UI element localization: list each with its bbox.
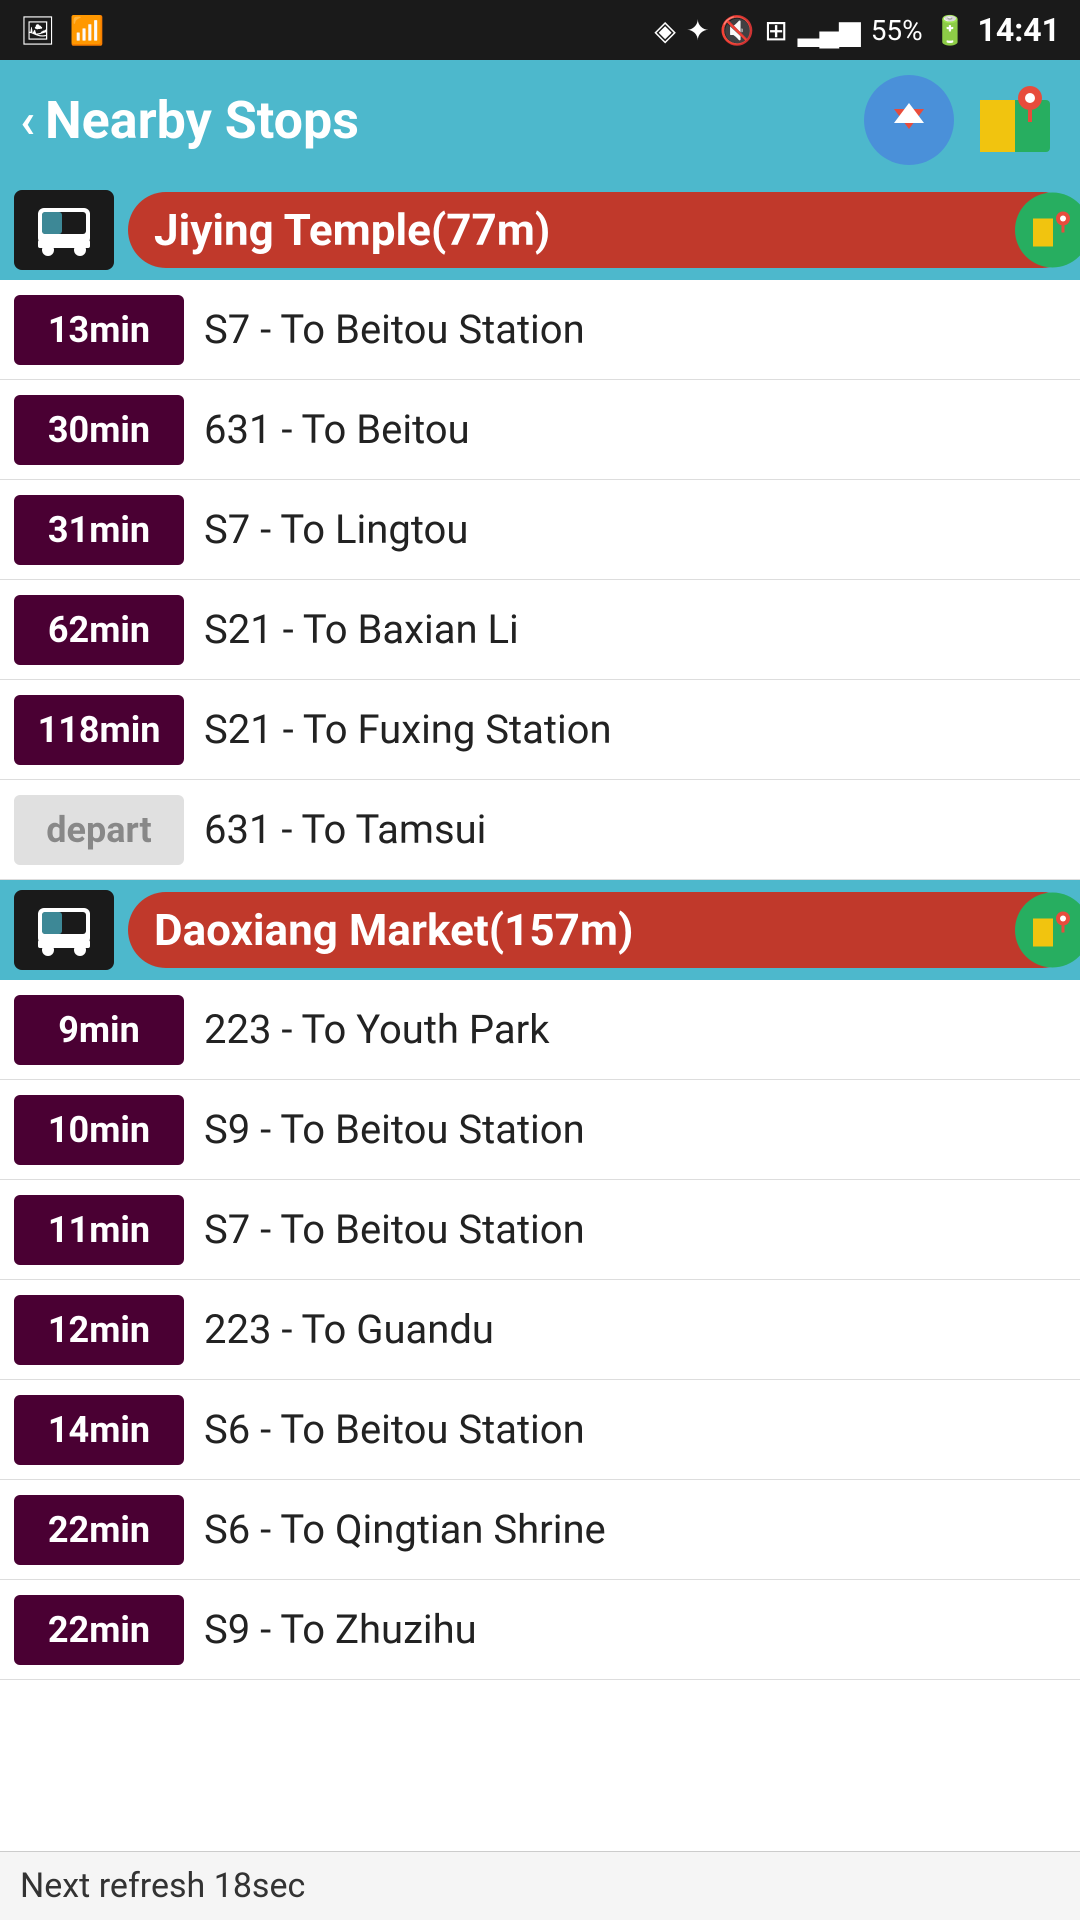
page-title: Nearby Stops xyxy=(45,90,359,151)
bus-icon-2 xyxy=(14,890,114,970)
route-row[interactable]: 22min S9 - To Zhuzihu xyxy=(0,1580,1080,1680)
status-right-icons: ◈ ✦ 🔇 ⊞ ▂▄▆ 55% 🔋 14:41 xyxy=(654,11,1060,49)
bus-svg-2 xyxy=(32,898,96,962)
route-row[interactable]: 11min S7 - To Beitou Station xyxy=(0,1180,1080,1280)
time-badge: 30min xyxy=(14,395,184,465)
route-row[interactable]: 12min 223 - To Guandu xyxy=(0,1280,1080,1380)
route-row[interactable]: 14min S6 - To Beitou Station xyxy=(0,1380,1080,1480)
bluetooth-icon: ✦ xyxy=(686,14,709,47)
route-row[interactable]: 62min S21 - To Baxian Li xyxy=(0,580,1080,680)
route-row[interactable]: 13min S7 - To Beitou Station xyxy=(0,280,1080,380)
time-badge: 118min xyxy=(14,695,184,765)
routes-daoxiang: 9min 223 - To Youth Park 10min S9 - To B… xyxy=(0,980,1080,1680)
route-label: S6 - To Qingtian Shrine xyxy=(204,1506,1080,1553)
route-row[interactable]: 10min S9 - To Beitou Station xyxy=(0,1080,1080,1180)
signal-icon: ▂▄▆ xyxy=(798,14,861,47)
sort-icon xyxy=(880,91,938,149)
time-badge: 22min xyxy=(14,1595,184,1665)
route-label: 223 - To Guandu xyxy=(204,1306,1080,1353)
route-label: 223 - To Youth Park xyxy=(204,1006,1080,1053)
time-badge: 13min xyxy=(14,295,184,365)
route-row[interactable]: 30min 631 - To Beitou xyxy=(0,380,1080,480)
route-row[interactable]: 9min 223 - To Youth Park xyxy=(0,980,1080,1080)
route-label: S21 - To Baxian Li xyxy=(204,606,1080,653)
time-badge: 11min xyxy=(14,1195,184,1265)
route-label: S7 - To Beitou Station xyxy=(204,1206,1080,1253)
route-row[interactable]: 31min S7 - To Lingtou xyxy=(0,480,1080,580)
time-badge: 22min xyxy=(14,1495,184,1565)
refresh-text: Next refresh 18sec xyxy=(20,1866,305,1906)
route-label: 631 - To Tamsui xyxy=(204,806,1080,853)
time-badge-depart: depart xyxy=(14,795,184,865)
bus-svg xyxy=(32,198,96,262)
route-label: S6 - To Beitou Station xyxy=(204,1406,1080,1453)
routes-jiying: 13min S7 - To Beitou Station 30min 631 -… xyxy=(0,280,1080,880)
map-button[interactable] xyxy=(970,75,1060,165)
photo-icon: 🖼 xyxy=(20,14,56,47)
back-button[interactable]: ‹ xyxy=(20,92,35,149)
time-badge: 9min xyxy=(14,995,184,1065)
time-badge: 31min xyxy=(14,495,184,565)
route-label: 631 - To Beitou xyxy=(204,406,1080,453)
route-label: S21 - To Fuxing Station xyxy=(204,706,1080,753)
battery-icon: 🔋 xyxy=(933,14,968,47)
stop-name-jiying[interactable]: Jiying Temple(77m) xyxy=(128,192,1080,268)
top-bar: ‹ Nearby Stops xyxy=(0,60,1080,180)
route-label: S7 - To Lingtou xyxy=(204,506,1080,553)
wifi-icon: 📶 xyxy=(70,14,105,47)
stop-name-daoxiang[interactable]: Daoxiang Market(157m) xyxy=(128,892,1080,968)
route-row[interactable]: 22min S6 - To Qingtian Shrine xyxy=(0,1480,1080,1580)
location-icon: ◈ xyxy=(654,14,676,47)
route-row[interactable]: depart 631 - To Tamsui xyxy=(0,780,1080,880)
time-badge: 10min xyxy=(14,1095,184,1165)
footer: Next refresh 18sec xyxy=(0,1851,1080,1920)
time-badge: 14min xyxy=(14,1395,184,1465)
network-icon: ⊞ xyxy=(764,14,787,47)
stop-map-icon-daoxiang[interactable] xyxy=(1015,893,1080,968)
time-label: 14:41 xyxy=(978,11,1060,49)
route-label: S9 - To Zhuzihu xyxy=(204,1606,1080,1653)
battery-label: 55% xyxy=(871,14,923,47)
stop-header-daoxiang: Daoxiang Market(157m) xyxy=(0,880,1080,980)
stop-map-icon-jiying[interactable] xyxy=(1015,193,1080,268)
map-icon xyxy=(975,80,1055,160)
route-label: S9 - To Beitou Station xyxy=(204,1106,1080,1153)
top-bar-icons xyxy=(864,75,1060,165)
route-row[interactable]: 118min S21 - To Fuxing Station xyxy=(0,680,1080,780)
time-badge: 62min xyxy=(14,595,184,665)
mute-icon: 🔇 xyxy=(719,14,754,47)
sort-button[interactable] xyxy=(864,75,954,165)
top-bar-left: ‹ Nearby Stops xyxy=(20,90,359,151)
bus-icon xyxy=(14,190,114,270)
route-label: S7 - To Beitou Station xyxy=(204,306,1080,353)
status-left-icons: 🖼 📶 xyxy=(20,14,104,47)
time-badge: 12min xyxy=(14,1295,184,1365)
status-bar: 🖼 📶 ◈ ✦ 🔇 ⊞ ▂▄▆ 55% 🔋 14:41 xyxy=(0,0,1080,60)
stop-header-jiying: Jiying Temple(77m) xyxy=(0,180,1080,280)
